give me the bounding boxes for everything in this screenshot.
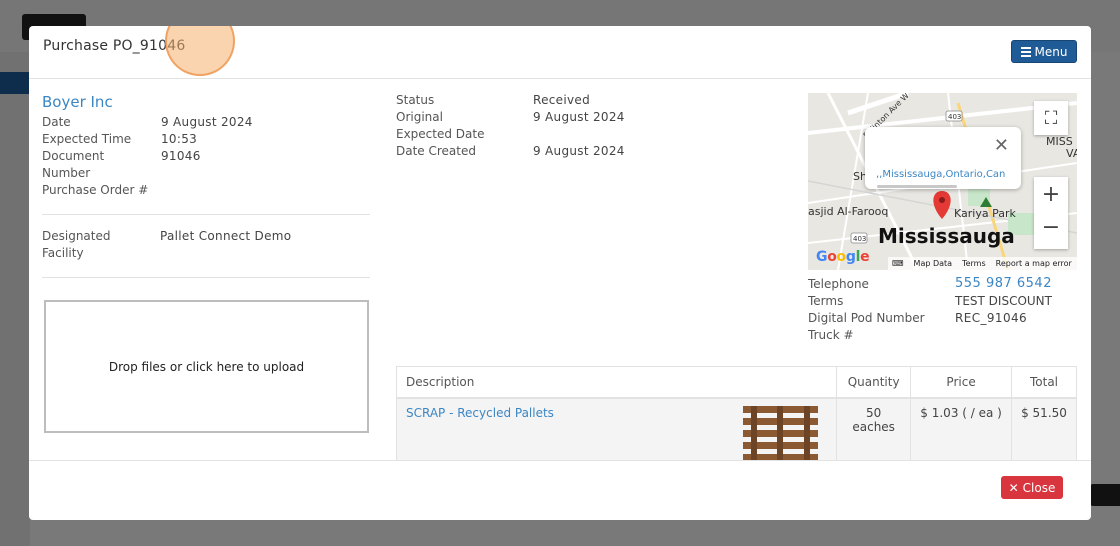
date-value: 9 August 2024 <box>161 115 253 129</box>
date-created-value: 9 August 2024 <box>533 144 625 158</box>
svg-text:403: 403 <box>853 235 866 243</box>
close-icon: ✕ <box>1008 480 1019 495</box>
location-map[interactable]: 403 403 Kariya Park asjid Al-Farooq Sh M… <box>808 93 1077 270</box>
map-terms-link[interactable]: Terms <box>962 259 986 268</box>
report-map-error-link[interactable]: Report a map error <box>996 259 1072 268</box>
column-header-quantity[interactable]: Quantity <box>836 366 912 399</box>
map-data-link[interactable]: Map Data <box>914 259 953 268</box>
column-header-total[interactable]: Total <box>1011 366 1077 399</box>
close-icon[interactable]: ✕ <box>994 135 1009 156</box>
original-expected-date-value: 9 August 2024 <box>533 110 625 124</box>
column-header-price[interactable]: Price <box>910 366 1012 399</box>
map-city-label: Mississauga <box>878 224 1015 248</box>
keyboard-icon[interactable]: ⌨ <box>892 259 904 268</box>
divider <box>42 214 370 215</box>
popup-scrollbar[interactable] <box>877 185 957 188</box>
svg-text:403: 403 <box>948 113 961 121</box>
expected-time-value: 10:53 <box>161 132 198 146</box>
item-link[interactable]: SCRAP - Recycled Pallets <box>406 406 554 420</box>
column-header-description[interactable]: Description <box>395 366 838 399</box>
status-value: Received <box>533 93 590 107</box>
original-expected-date-label: Original Expected Date <box>396 110 485 141</box>
map-label-area-2: VA <box>1066 147 1077 160</box>
zoom-controls: + − <box>1034 177 1068 249</box>
map-info-popup: ✕ ,,Mississauga,Ontario,Can <box>865 127 1021 189</box>
telephone-link[interactable]: 555 987 6542 <box>955 275 1052 292</box>
fullscreen-icon[interactable]: ⛶ <box>1034 101 1068 135</box>
zoom-in-icon[interactable]: + <box>1042 177 1060 213</box>
modal-body[interactable]: Boyer Inc Date 9 August 2024 Expected Ti… <box>29 80 1091 460</box>
cell-quantity: 50 eaches <box>836 397 912 460</box>
purchase-order-label: Purchase Order # <box>42 183 149 197</box>
table-row: SCRAP - Recycled Pallets 50 eaches $ 1.0… <box>395 397 1077 460</box>
vendor-link[interactable]: Boyer Inc <box>42 93 113 111</box>
map-label-masjid: asjid Al-Farooq <box>808 205 889 218</box>
digital-pod-label: Digital Pod Number <box>808 311 925 325</box>
modal-footer: ✕ Close <box>29 460 1091 520</box>
document-number-value: 91046 <box>161 149 201 163</box>
date-label: Date <box>42 115 71 129</box>
file-upload-dropzone[interactable]: Drop files or click here to upload <box>44 300 369 433</box>
dropzone-text: Drop files or click here to upload <box>108 359 305 374</box>
expected-time-label: Expected Time <box>42 132 132 146</box>
cell-total: $ 51.50 <box>1011 397 1077 460</box>
pallet-image <box>743 405 818 460</box>
close-button[interactable]: ✕ Close <box>1001 476 1063 499</box>
map-footer: ⌨ Map Data Terms Report a map error <box>888 257 1077 270</box>
divider <box>42 277 370 278</box>
facility-label: Designated Facility <box>42 229 111 260</box>
google-logo: Google <box>816 249 870 265</box>
hamburger-icon <box>1020 45 1031 59</box>
facility-value: Pallet Connect Demo <box>160 229 292 243</box>
purchase-order-modal: Purchase PO_91046 Menu Boyer Inc Date 9 … <box>29 26 1091 520</box>
menu-button[interactable]: Menu <box>1011 40 1077 63</box>
map-address-link[interactable]: ,,Mississauga,Ontario,Can <box>876 169 1005 180</box>
modal-header: Purchase PO_91046 Menu <box>29 26 1091 79</box>
status-label: Status <box>396 93 435 107</box>
zoom-out-icon[interactable]: − <box>1042 213 1060 249</box>
menu-button-label: Menu <box>1034 44 1068 59</box>
terms-label: Terms <box>808 294 844 308</box>
terms-value: TEST DISCOUNT <box>955 294 1052 308</box>
telephone-label: Telephone <box>808 277 869 291</box>
click-indicator <box>165 26 235 76</box>
cell-description: SCRAP - Recycled Pallets <box>395 397 838 460</box>
truck-label: Truck # <box>808 328 854 342</box>
document-number-label: Document Number <box>42 149 105 180</box>
line-items-table: Description Quantity Price Total SCRAP -… <box>395 366 1077 460</box>
cell-price: $ 1.03 ( / ea ) <box>910 397 1012 460</box>
date-created-label: Date Created <box>396 144 476 158</box>
digital-pod-value: REC_91046 <box>955 311 1028 325</box>
map-label-kariya-park: Kariya Park <box>954 207 1016 220</box>
close-button-label: Close <box>1022 480 1056 495</box>
table-header-row: Description Quantity Price Total <box>395 366 1077 399</box>
